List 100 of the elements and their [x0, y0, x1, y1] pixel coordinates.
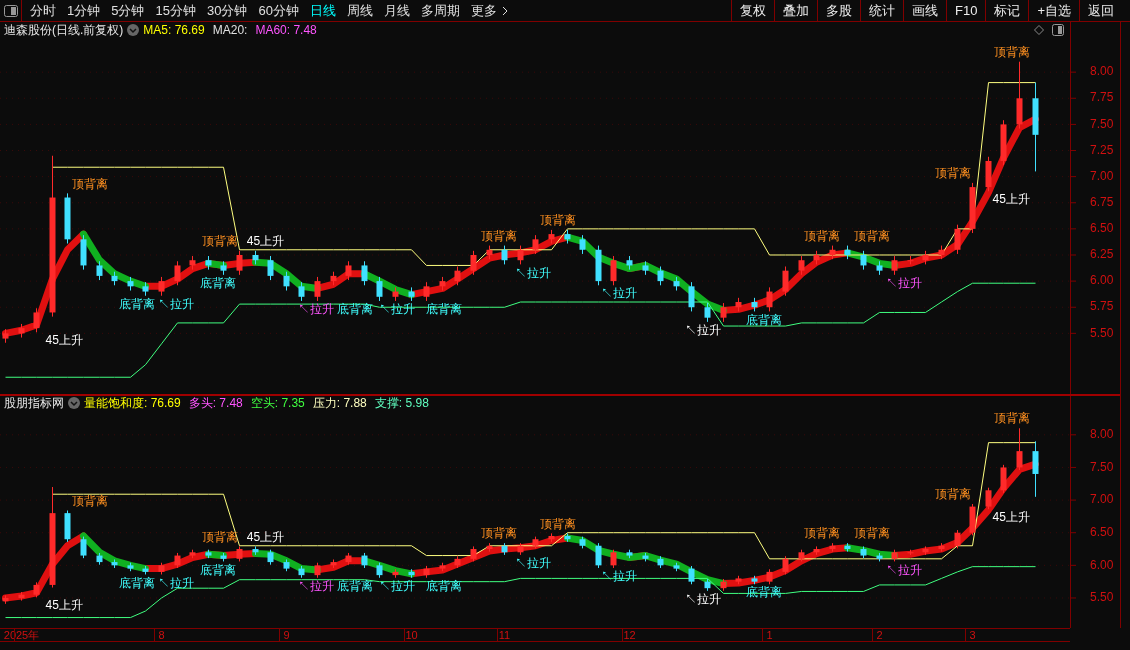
- chevron-down-icon[interactable]: [68, 397, 80, 409]
- signal-label: 顶背离: [201, 529, 238, 544]
- period-tab[interactable]: 多周期: [420, 0, 460, 21]
- candlestick: [626, 549, 633, 559]
- candlestick: [470, 545, 477, 562]
- signal-label: 45上升: [246, 529, 285, 544]
- candlestick: [501, 542, 508, 556]
- toolbar-button[interactable]: 复权: [731, 0, 774, 21]
- candlestick: [657, 266, 664, 286]
- candlestick: [330, 271, 337, 286]
- toolbar-button[interactable]: 返回: [1079, 0, 1122, 21]
- price-label: 6.50: [1090, 524, 1114, 539]
- price-label: 8.00: [1090, 64, 1114, 79]
- date-label: 10: [405, 629, 418, 641]
- candlestick: [891, 255, 898, 276]
- candlestick: [938, 245, 945, 260]
- period-tab[interactable]: 日线: [309, 0, 336, 21]
- candlestick: [174, 552, 181, 569]
- candlestick: [595, 245, 602, 286]
- signal-label: ↖拉升: [157, 575, 194, 590]
- toolbar-button[interactable]: +自选: [1028, 0, 1079, 21]
- candlestick: [1000, 119, 1007, 166]
- signal-label: 顶背离: [994, 411, 1031, 426]
- period-tab[interactable]: 15分钟: [155, 0, 196, 21]
- candlestick: [907, 255, 914, 265]
- candlestick: [439, 562, 446, 572]
- candlestick: [220, 552, 227, 562]
- candlestick: [174, 260, 181, 286]
- period-tab[interactable]: 5分钟: [111, 0, 145, 21]
- candlestick: [688, 281, 695, 312]
- toolbar-button[interactable]: F10: [946, 0, 986, 21]
- candlestick: [423, 565, 430, 579]
- candlestick: [80, 234, 87, 271]
- candlestick: [2, 594, 9, 605]
- indicator-value: MA20:: [212, 22, 248, 39]
- candlestick: [735, 575, 742, 585]
- period-tab[interactable]: 60分钟: [258, 0, 299, 21]
- candlestick: [470, 250, 477, 276]
- signal-label: 顶背离: [201, 234, 238, 248]
- candlestick: [610, 549, 617, 569]
- signal-label: 顶背离: [803, 526, 840, 541]
- candlestick: [907, 549, 914, 556]
- candlestick: [532, 234, 539, 255]
- period-tab[interactable]: 30分钟: [206, 0, 248, 21]
- candlestick: [205, 549, 212, 559]
- chevron-down-icon[interactable]: [127, 24, 140, 36]
- candlestick: [844, 542, 851, 553]
- signal-label: 顶背离: [480, 228, 517, 243]
- candlestick: [96, 260, 103, 281]
- period-tab[interactable]: 月线: [383, 0, 410, 21]
- signal-label: 顶背离: [934, 487, 971, 502]
- candlestick: [142, 281, 149, 297]
- panel-toggle-icon[interactable]: [3, 4, 18, 17]
- indicator-value: 支撑: 5.98: [374, 395, 429, 412]
- price-label: 6.25: [1090, 247, 1114, 262]
- period-tab[interactable]: 分时: [30, 0, 56, 21]
- candlestick: [439, 276, 446, 291]
- diamond-icon[interactable]: [1034, 25, 1044, 35]
- candlestick: [766, 286, 773, 312]
- period-tab[interactable]: 1分钟: [67, 0, 101, 21]
- toolbar-button[interactable]: 叠加: [774, 0, 817, 21]
- candlestick: [158, 562, 165, 575]
- signal-label: 底背离: [426, 578, 463, 593]
- signal-label: ↖拉升: [157, 296, 194, 311]
- date-label: 11: [498, 629, 511, 641]
- indicator-value: 压力: 7.88: [312, 395, 367, 412]
- indicator-value: 空头: 7.35: [250, 395, 305, 412]
- price-label: 7.00: [1090, 492, 1114, 507]
- candlestick: [673, 276, 680, 291]
- candlestick: [969, 182, 976, 234]
- signal-label: 底背离: [337, 578, 374, 593]
- candlestick: [236, 545, 243, 562]
- candlestick: [18, 591, 25, 602]
- indicator-value: 多头: 7.48: [188, 395, 243, 412]
- toolbar-button[interactable]: 画线: [903, 0, 946, 21]
- candlestick: [486, 542, 493, 553]
- candlestick: [673, 562, 680, 572]
- price-label: 6.50: [1090, 221, 1114, 236]
- candlestick: [642, 552, 649, 562]
- period-tab[interactable]: 周线: [346, 0, 373, 21]
- candlestick: [33, 581, 40, 598]
- signal-label: 45上升: [45, 333, 83, 348]
- candlestick: [2, 328, 9, 344]
- toolbar-button[interactable]: 统计: [860, 0, 903, 21]
- toolbar-button[interactable]: 标记: [985, 0, 1029, 21]
- panel-toggle-icon[interactable]: [1052, 24, 1064, 36]
- candlestick: [454, 555, 461, 569]
- signal-label: 顶背离: [540, 516, 577, 531]
- candlestick: [376, 562, 383, 579]
- candlestick: [860, 545, 867, 559]
- candlestick: [423, 281, 430, 302]
- toolbar-button[interactable]: 多股: [817, 0, 860, 21]
- candlestick: [657, 555, 664, 569]
- signal-label: 底背离: [118, 296, 155, 311]
- candlestick: [532, 536, 539, 549]
- candlestick: [283, 558, 290, 572]
- signal-label: 底背离: [337, 302, 374, 317]
- date-label: 2: [876, 629, 883, 641]
- period-tab[interactable]: 更多: [470, 0, 509, 21]
- candlestick: [189, 255, 196, 271]
